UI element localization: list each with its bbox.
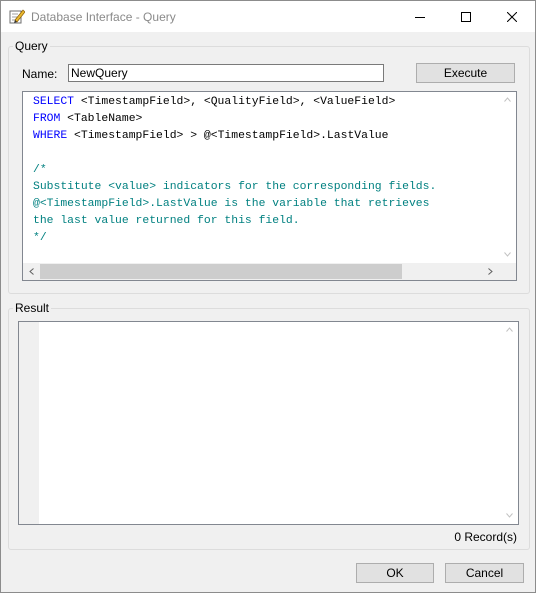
minimize-icon [415, 16, 425, 18]
scroll-up-icon[interactable] [504, 97, 511, 102]
code-token: @<TimestampField>.LastValue is the varia… [33, 198, 430, 210]
name-label: Name: [22, 67, 58, 81]
code-line: the last value returned for this field. [33, 213, 436, 230]
code-token: <TimestampField>, <QualityField>, <Value… [74, 96, 396, 108]
code-line: @<TimestampField>.LastValue is the varia… [33, 196, 436, 213]
name-input[interactable] [68, 64, 384, 82]
code-token: <TimestampField> > @<TimestampField>.Las… [67, 130, 389, 142]
code-line: Substitute <value> indicators for the co… [33, 179, 436, 196]
query-editor[interactable]: SELECT <TimestampField>, <QualityField>,… [22, 91, 517, 281]
result-legend: Result [13, 301, 52, 315]
code-token: FROM [33, 113, 61, 125]
close-icon [507, 11, 517, 22]
query-legend: Query [13, 39, 50, 53]
scroll-right-icon[interactable] [488, 268, 493, 275]
code-line: FROM <TableName> [33, 111, 436, 128]
code-token: */ [33, 232, 47, 244]
result-row-header [19, 322, 39, 524]
code-token: <TableName> [60, 113, 143, 125]
minimize-button[interactable] [397, 1, 443, 32]
records-status-bar: 0 Record(s) [18, 525, 519, 547]
title-bar[interactable]: Database Interface - Query [1, 1, 535, 32]
editor-horizontal-scrollbar[interactable] [23, 263, 516, 280]
maximize-button[interactable] [443, 1, 489, 32]
scroll-down-icon[interactable] [506, 513, 513, 518]
result-grid[interactable] [18, 321, 519, 525]
code-token: SELECT [33, 96, 75, 108]
execute-button[interactable]: Execute [416, 63, 515, 83]
maximize-icon [461, 11, 471, 22]
code-token: the last value returned for this field. [33, 215, 300, 227]
code-line: */ [33, 230, 436, 247]
code-token: Substitute <value> indicators for the co… [33, 181, 437, 193]
code-token: WHERE [33, 130, 68, 142]
record-count: 0 Record(s) [454, 530, 517, 544]
code-line: /* [33, 162, 436, 179]
code-line: SELECT <TimestampField>, <QualityField>,… [33, 94, 436, 111]
edit-pencil-icon [9, 9, 25, 24]
close-button[interactable] [489, 1, 535, 32]
cancel-button[interactable]: Cancel [445, 563, 524, 583]
result-vertical-scrollbar[interactable] [501, 322, 518, 524]
editor-vertical-scrollbar[interactable] [499, 92, 516, 263]
scroll-up-icon[interactable] [506, 327, 513, 332]
dialog-window: Database Interface - Query Query Name: E… [0, 0, 536, 593]
code-token: /* [33, 164, 47, 176]
window-title: Database Interface - Query [31, 10, 176, 24]
scroll-down-icon[interactable] [504, 252, 511, 257]
query-code: SELECT <TimestampField>, <QualityField>,… [33, 94, 436, 247]
ok-button[interactable]: OK [356, 563, 434, 583]
scroll-left-icon[interactable] [29, 268, 34, 275]
horizontal-scroll-thumb[interactable] [40, 264, 402, 279]
code-line: WHERE <TimestampField> > @<TimestampFiel… [33, 128, 436, 145]
